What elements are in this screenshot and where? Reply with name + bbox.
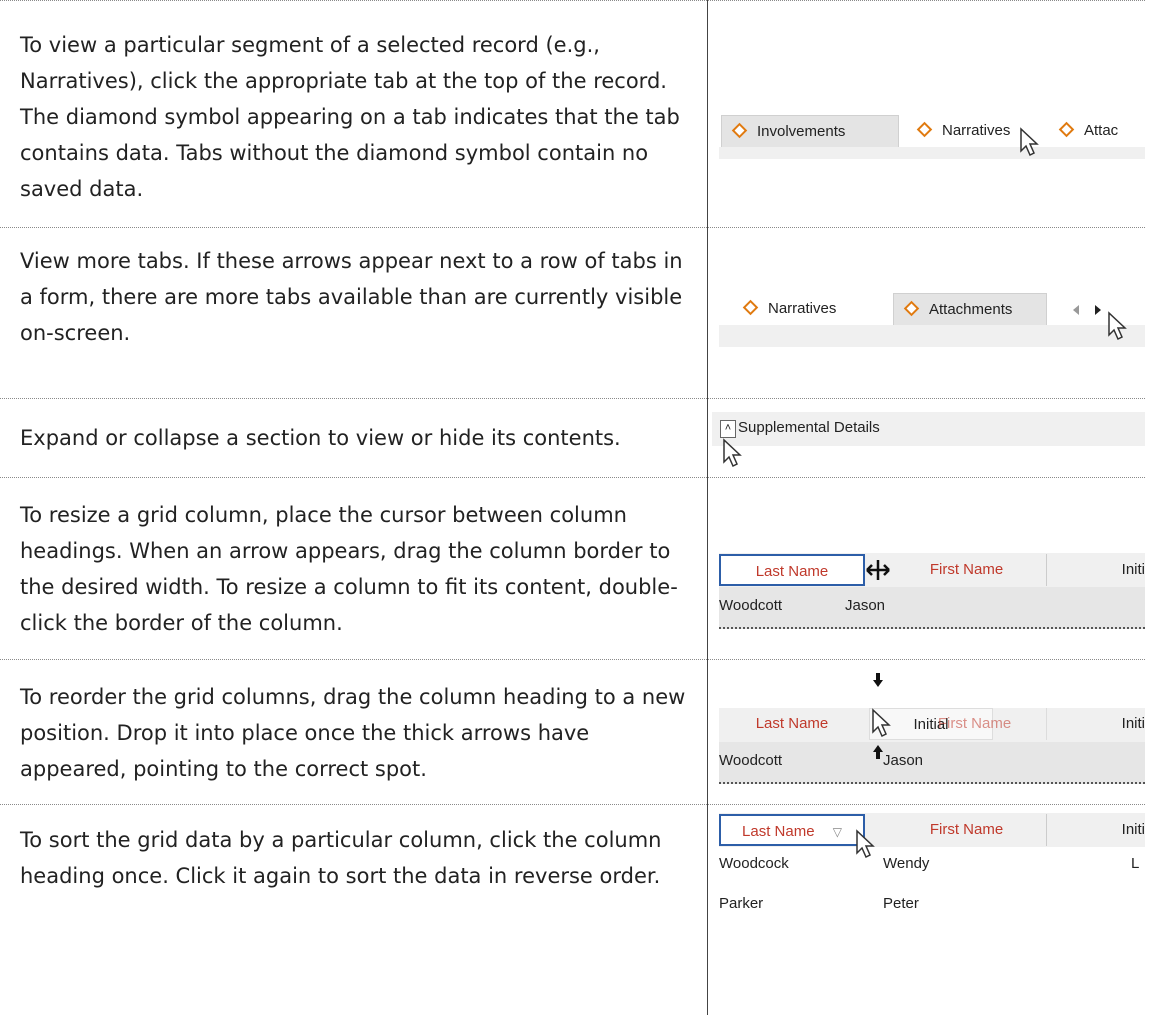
resize-column-description: To resize a grid column, place the curso… — [20, 503, 678, 635]
cell-last-name[interactable]: Parker — [719, 895, 763, 912]
column-header-first-name[interactable]: First Name — [887, 814, 1047, 846]
tab-narratives[interactable]: Narratives — [907, 115, 1037, 147]
tab-description: To view a particular segment of a select… — [20, 33, 680, 201]
cell-first-name[interactable]: Wendy — [883, 855, 929, 872]
row-separator — [0, 804, 1145, 805]
cell-initial[interactable]: L — [1131, 855, 1139, 872]
tab-attachments[interactable]: Attachments — [893, 293, 1047, 325]
row-separator — [0, 0, 1145, 1]
expand-collapse-description: Expand or collapse a section to view or … — [20, 426, 621, 450]
reorder-column-description: To reorder the grid columns, drag the co… — [20, 685, 686, 781]
section-screenshot: ˄ Supplemental Details — [712, 412, 1145, 468]
column-header-first-name[interactable]: First Name — [903, 708, 1047, 740]
diamond-icon — [1058, 121, 1075, 137]
more-tabs-description: View more tabs. If these arrows appear n… — [20, 249, 683, 345]
column-header-initial[interactable]: Initi — [1099, 554, 1145, 586]
pointer-cursor-icon — [856, 829, 875, 859]
cell-first-name: Jason — [883, 752, 924, 769]
tab-narratives[interactable]: Narratives — [733, 293, 883, 325]
table-row[interactable] — [719, 587, 1145, 629]
scroll-right-arrow-icon[interactable] — [1091, 303, 1105, 317]
cell-first-name[interactable]: Peter — [883, 895, 919, 912]
cell-last-name: Woodcott — [719, 597, 783, 614]
column-header-last-name[interactable]: Last Name — [719, 708, 865, 740]
reorder-grid-screenshot: Last Name Initial First Name Initi Woodc… — [719, 668, 1145, 788]
sort-grid-screenshot: Last Name ▽ First Name Initi Woodcock We… — [719, 813, 1145, 973]
column-divider — [707, 0, 708, 1015]
column-header-first-name[interactable]: First Name — [887, 554, 1047, 586]
tab-involvements[interactable]: Involvements — [721, 115, 899, 147]
pointer-cursor-icon — [872, 708, 891, 738]
tab-attachments[interactable]: Attac — [1049, 115, 1145, 147]
sort-descending-icon: ▽ — [832, 825, 842, 839]
column-header-last-name[interactable]: Last Name — [719, 554, 865, 586]
resize-grid-screenshot: Last Name First Name Initi Woodcott Jaso… — [719, 553, 1145, 635]
collapse-toggle-icon[interactable]: ˄ — [720, 420, 736, 438]
scroll-left-arrow-icon[interactable] — [1069, 303, 1083, 317]
pointer-cursor-icon — [723, 438, 742, 468]
column-header-last-name[interactable]: Last Name ▽ — [719, 814, 865, 846]
column-header-initial[interactable]: Initi — [1099, 814, 1145, 846]
cell-last-name[interactable]: Woodcock — [719, 855, 789, 872]
row-separator — [0, 398, 1145, 399]
diamond-icon — [903, 300, 920, 316]
row-separator — [0, 659, 1145, 660]
pointer-cursor-icon — [1020, 127, 1039, 157]
column-header-initial[interactable]: Initi — [1099, 708, 1145, 740]
row-separator — [0, 227, 1145, 228]
table-row[interactable] — [719, 742, 1145, 784]
diamond-icon — [731, 122, 748, 138]
cell-first-name: Jason — [845, 597, 886, 614]
more-tabs-screenshot: Narratives Attachments — [719, 291, 1145, 351]
diamond-icon — [742, 299, 759, 315]
drop-arrow-down-icon — [873, 673, 883, 687]
cell-last-name: Woodcott — [719, 752, 783, 769]
row-separator — [0, 477, 1145, 478]
resize-arrow-icon — [866, 560, 890, 580]
tabs-screenshot: Involvements Narratives Attac — [719, 115, 1145, 160]
pointer-cursor-icon — [1108, 311, 1127, 341]
section-label: Supplemental Details — [738, 419, 880, 436]
diamond-icon — [916, 121, 933, 137]
sort-column-description: To sort the grid data by a particular co… — [20, 828, 662, 888]
